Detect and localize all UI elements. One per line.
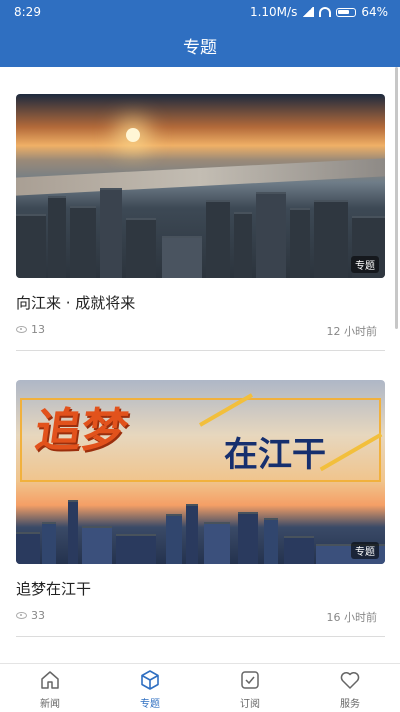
heart-icon — [340, 672, 360, 689]
app-header: 8:29 1.10M/s 64% 专题 — [0, 0, 400, 67]
wifi-icon — [319, 7, 332, 17]
eye-icon — [16, 612, 27, 619]
cube-icon — [141, 670, 159, 690]
tab-label: 专题 — [140, 699, 160, 710]
view-count: 33 — [16, 609, 45, 622]
banner-title-main: 追梦 — [31, 403, 132, 457]
topic-tag: 专题 — [351, 542, 379, 559]
scrollbar[interactable] — [395, 67, 398, 329]
home-icon — [41, 671, 59, 689]
view-count-value: 33 — [31, 609, 45, 622]
checkbox-icon — [241, 671, 259, 689]
tab-news[interactable]: 新闻 — [0, 664, 100, 712]
banner-title-sub: 在江干 — [224, 435, 326, 475]
article-title[interactable]: 追梦在江干 — [16, 578, 91, 599]
eye-icon — [16, 326, 27, 333]
article-cover-image[interactable]: 专题 — [16, 94, 385, 278]
view-count: 13 — [16, 323, 45, 336]
signal-icon — [302, 7, 315, 17]
divider — [16, 350, 385, 351]
bottom-tab-bar: 新闻 专题 订阅 服务 — [0, 663, 400, 712]
article-title[interactable]: 向江来 · 成就将来 — [16, 292, 135, 313]
tab-label: 新闻 — [40, 699, 60, 710]
battery-level: 64% — [361, 5, 388, 19]
status-bar: 8:29 1.10M/s 64% — [0, 0, 400, 24]
article-cover-image[interactable]: 追梦 在江干 专题 — [16, 380, 385, 564]
tab-topics[interactable]: 专题 — [100, 664, 200, 712]
tab-label: 订阅 — [240, 699, 260, 710]
view-count-value: 13 — [31, 323, 45, 336]
city-skyline — [16, 500, 385, 564]
status-time: 8:29 — [14, 5, 41, 19]
topic-tag: 专题 — [351, 256, 379, 273]
publish-time: 12 小时前 — [326, 325, 378, 338]
tab-label: 服务 — [340, 699, 360, 710]
publish-time: 16 小时前 — [326, 611, 378, 624]
network-speed: 1.10M/s — [249, 5, 298, 19]
sun-glow — [126, 128, 140, 142]
page-title: 专题 — [183, 38, 217, 58]
tab-services[interactable]: 服务 — [300, 664, 400, 712]
tab-subscribe[interactable]: 订阅 — [200, 664, 300, 712]
status-right: 1.10M/s 64% — [250, 5, 388, 19]
city-skyline — [16, 180, 385, 278]
divider — [16, 636, 385, 637]
battery-icon — [336, 7, 357, 17]
article-list[interactable]: 专题 向江来 · 成就将来 13 12 小时前 追梦 在江干 专题 追梦在江干 … — [0, 67, 400, 663]
